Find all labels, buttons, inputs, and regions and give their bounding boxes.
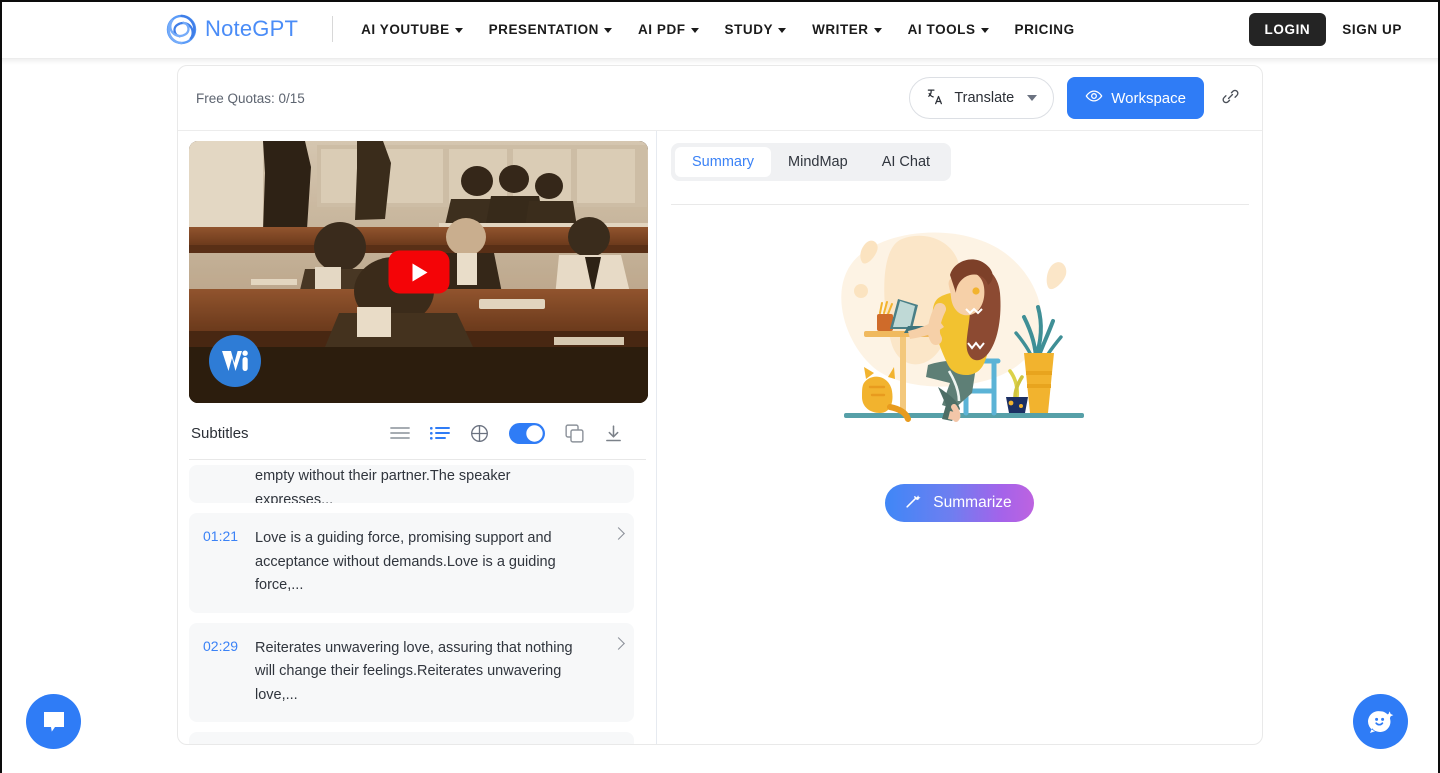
ai-assistant-bubble-icon[interactable] xyxy=(1353,694,1408,749)
nav-divider xyxy=(332,16,334,42)
nav-item-ai-tools[interactable]: AI TOOLS xyxy=(908,22,989,37)
nav-links: AI YOUTUBE PRESENTATION AI PDF STUDY WRI… xyxy=(361,22,1075,37)
tab-mindmap[interactable]: MindMap xyxy=(771,147,865,177)
window-frame-left xyxy=(0,0,2,773)
subtitles-title: Subtitles xyxy=(191,424,249,442)
translate-icon xyxy=(926,87,945,110)
panel-tabs: Summary MindMap AI Chat xyxy=(671,143,952,181)
spiral-logo-icon xyxy=(166,14,197,45)
login-button[interactable]: LOGIN xyxy=(1248,13,1327,46)
list-item[interactable]: 03:15 Affirms that despite life's change… xyxy=(189,732,634,744)
window-frame-top xyxy=(0,0,1440,2)
list-top-divider xyxy=(189,459,646,461)
nav-item-label: WRITER xyxy=(812,21,869,37)
play-triangle-icon xyxy=(412,263,428,281)
nav-auth-actions: LOGIN SIGN UP xyxy=(1248,0,1402,59)
nav-item-label: AI YOUTUBE xyxy=(361,21,450,37)
woman-working-at-desk-illustration xyxy=(810,221,1110,446)
video-and-subtitles-panel: Subtitles empty without their partner.Th… xyxy=(178,131,657,744)
list-item[interactable]: 02:29 Reiterates unwavering love, assuri… xyxy=(189,622,634,723)
summarize-button[interactable]: Summarize xyxy=(885,484,1034,522)
chevron-down-icon xyxy=(1027,95,1038,101)
nav-item-label: PRICING xyxy=(1014,21,1075,37)
subtitle-text: Reiterates unwavering love, assuring tha… xyxy=(255,639,573,703)
brand-name: NoteGPT xyxy=(205,16,299,41)
workspace-button[interactable]: Workspace xyxy=(1067,77,1204,119)
chevron-right-icon[interactable] xyxy=(612,527,625,540)
subtitle-timestamp xyxy=(203,465,255,488)
paragraph-view-icon[interactable] xyxy=(390,425,410,441)
subtitle-text: empty without their partner.The speaker … xyxy=(255,468,511,504)
chat-bubble-icon[interactable] xyxy=(26,694,81,749)
subtitles-list: empty without their partner.The speaker … xyxy=(189,459,656,744)
list-item[interactable]: 01:21 Love is a guiding force, promising… xyxy=(189,513,634,613)
chevron-down-icon xyxy=(980,27,989,33)
chevron-down-icon xyxy=(690,27,699,33)
copy-icon[interactable] xyxy=(565,423,584,443)
main-card: Free Quotas: 0/15 Translate Workspace Su… xyxy=(177,65,1263,745)
top-navbar: NoteGPT AI YOUTUBE PRESENTATION AI PDF S… xyxy=(0,0,1440,59)
warner-music-logo-icon xyxy=(209,335,261,387)
free-quota-label: Free Quotas: 0/15 xyxy=(196,90,305,106)
download-icon[interactable] xyxy=(604,424,623,443)
youtube-play-icon[interactable] xyxy=(388,250,449,294)
nav-item-pricing[interactable]: PRICING xyxy=(1015,22,1075,37)
video-thumbnail[interactable] xyxy=(189,141,648,403)
subtitle-timestamp: 01:21 xyxy=(203,528,239,545)
subtitles-toolbar: Subtitles xyxy=(189,413,656,453)
tab-ai-chat[interactable]: AI Chat xyxy=(865,147,947,177)
chevron-down-icon xyxy=(454,27,463,33)
translate-label: Translate xyxy=(954,90,1015,106)
workspace-label: Workspace xyxy=(1111,89,1186,107)
chevron-down-icon xyxy=(778,27,787,33)
chevron-right-icon[interactable] xyxy=(612,636,625,650)
subtitle-timestamp: 02:29 xyxy=(203,637,239,654)
link-icon xyxy=(1221,87,1240,109)
summary-panel: Summary MindMap AI Chat Summarize xyxy=(657,131,1262,744)
list-item[interactable]: empty without their partner.The speaker … xyxy=(189,465,634,504)
list-view-icon[interactable] xyxy=(430,425,450,441)
subtitles-icon-group xyxy=(390,422,623,444)
copy-link-button[interactable] xyxy=(1217,85,1243,111)
nav-item-ai-youtube[interactable]: AI YOUTUBE xyxy=(361,22,463,37)
summarize-label: Summarize xyxy=(933,494,1012,511)
nav-item-writer[interactable]: WRITER xyxy=(812,22,882,37)
nav-item-label: PRESENTATION xyxy=(488,21,599,37)
signup-link[interactable]: SIGN UP xyxy=(1342,22,1402,37)
nav-item-study[interactable]: STUDY xyxy=(725,22,787,37)
subtitle-text: Love is a guiding force, promising suppo… xyxy=(255,530,556,594)
card-body: Subtitles empty without their partner.Th… xyxy=(178,131,1262,744)
summary-empty-state: Summarize xyxy=(657,221,1262,522)
translate-globe-icon[interactable] xyxy=(470,424,489,443)
nav-item-presentation[interactable]: PRESENTATION xyxy=(489,22,612,37)
nav-item-label: STUDY xyxy=(724,21,774,37)
tabs-divider xyxy=(671,204,1249,205)
toolbar-actions: Translate Workspace xyxy=(909,77,1243,119)
chevron-down-icon xyxy=(873,27,882,33)
magic-wand-icon xyxy=(904,492,922,515)
brand-logo-link[interactable]: NoteGPT xyxy=(166,14,298,45)
card-toolbar: Free Quotas: 0/15 Translate Workspace xyxy=(178,66,1262,131)
chevron-down-icon xyxy=(603,27,612,33)
nav-item-ai-pdf[interactable]: AI PDF xyxy=(638,22,699,37)
eye-icon xyxy=(1085,87,1103,109)
nav-item-label: AI TOOLS xyxy=(907,21,976,37)
autoscroll-toggle[interactable] xyxy=(509,422,545,444)
translate-dropdown[interactable]: Translate xyxy=(909,77,1055,119)
nav-item-label: AI PDF xyxy=(637,21,686,37)
tab-summary[interactable]: Summary xyxy=(675,147,772,177)
